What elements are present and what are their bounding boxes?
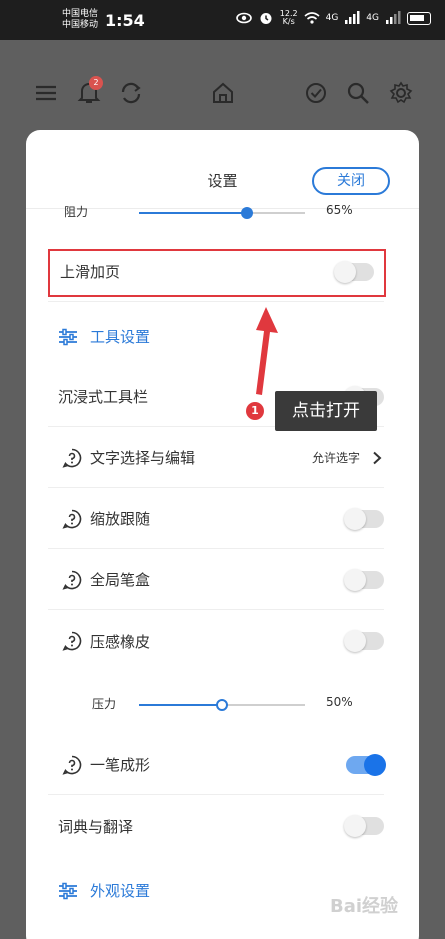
zoom-follow-toggle[interactable] (344, 507, 384, 530)
one-stroke-shape-row[interactable]: 一笔成形 (48, 735, 386, 795)
signal-bars-icon (345, 11, 360, 24)
pressure-value: 50% (326, 695, 353, 709)
help-icon[interactable] (62, 755, 82, 775)
help-icon[interactable] (62, 509, 82, 529)
appearance-label: 外观设置 (90, 882, 151, 900)
tool-settings-label: 工具设置 (90, 328, 151, 346)
resistance-slider[interactable] (139, 207, 305, 219)
sync-icon[interactable] (118, 80, 144, 106)
signal-bars-icon (386, 11, 401, 24)
tool-settings-section: 工具设置 (58, 326, 150, 347)
battery-icon (407, 11, 431, 25)
highlight-box (48, 249, 386, 297)
pressure-eraser-row[interactable]: 压感橡皮 (48, 611, 384, 671)
pressure-eraser-label: 压感橡皮 (90, 632, 151, 651)
text-select-edit-row[interactable]: 文字选择与编辑 允许选字 (48, 428, 384, 488)
tooltip: 点击打开 (275, 391, 377, 431)
step-badge: 1 (246, 402, 264, 420)
one-stroke-shape-toggle[interactable] (346, 753, 386, 776)
help-icon[interactable] (62, 448, 82, 468)
carrier-info: 中国电信 中国移动 (62, 9, 98, 31)
pressure-label: 压力 (92, 697, 117, 711)
resistance-slider-thumb[interactable] (240, 207, 253, 219)
clock: 1:54 (105, 11, 145, 30)
global-pen-box-label: 全局笔盒 (90, 571, 151, 589)
pressure-slider[interactable] (139, 699, 305, 711)
pressure-slider-thumb[interactable] (216, 699, 228, 711)
notification-badge: 2 (89, 76, 103, 90)
status-bar: 中国电信 中国移动 1:54 12.2 K/s 4G 4G (0, 0, 445, 40)
eye-icon (235, 12, 252, 24)
alarm-icon (260, 13, 272, 24)
close-button[interactable]: 关闭 (312, 167, 390, 195)
global-pen-box-row[interactable]: 全局笔盒 (48, 550, 384, 610)
status-icons: 12.2 K/s 4G 4G (235, 9, 431, 26)
appearance-section: 外观设置 (58, 880, 150, 901)
dictionary-translate-toggle[interactable] (344, 815, 384, 837)
pressure-eraser-toggle[interactable] (344, 630, 384, 652)
net-speed: 12.2 K/s (279, 9, 298, 26)
check-circle-icon[interactable] (303, 80, 329, 106)
search-icon[interactable] (345, 80, 371, 106)
resistance-slider-fill (139, 212, 247, 214)
home-icon[interactable] (210, 80, 236, 106)
wifi-icon (304, 12, 320, 24)
resistance-label: 阻力 (64, 205, 89, 219)
signal-2-type: 4G (366, 13, 379, 23)
immersive-toolbar-label: 沉浸式工具栏 (58, 388, 149, 406)
pressure-slider-fill (139, 704, 222, 706)
carrier-2: 中国移动 (62, 20, 99, 30)
zoom-follow-label: 缩放跟随 (90, 510, 151, 528)
resistance-value: 65% (326, 203, 353, 217)
dictionary-translate-row[interactable]: 词典与翻译 (48, 796, 384, 856)
help-icon[interactable] (62, 570, 82, 590)
signal-1-type: 4G (325, 13, 339, 23)
text-select-edit-value: 允许选字 (311, 451, 360, 465)
dictionary-translate-label: 词典与翻译 (58, 817, 134, 836)
text-select-edit-label: 文字选择与编辑 (90, 449, 196, 467)
global-pen-box-toggle[interactable] (344, 568, 384, 591)
pressure-slider-row: 压力 50% (64, 690, 364, 720)
gear-icon[interactable] (388, 80, 414, 106)
sliders-icon (59, 882, 77, 899)
help-icon[interactable] (62, 631, 82, 651)
resistance-slider-row: 阻力 65% (64, 198, 364, 228)
one-stroke-shape-label: 一笔成形 (90, 756, 151, 774)
watermark-logo: Bai经验 (330, 895, 399, 917)
svg-text:Bai经验: Bai经验 (330, 895, 399, 917)
zoom-follow-row[interactable]: 缩放跟随 (48, 489, 384, 549)
carrier-1: 中国电信 (62, 9, 99, 19)
sliders-icon (59, 328, 77, 345)
app-toolbar (0, 40, 445, 130)
pointer-arrow-icon (256, 307, 278, 395)
menu-icon[interactable] (33, 80, 59, 106)
chevron-right-icon (373, 451, 382, 464)
